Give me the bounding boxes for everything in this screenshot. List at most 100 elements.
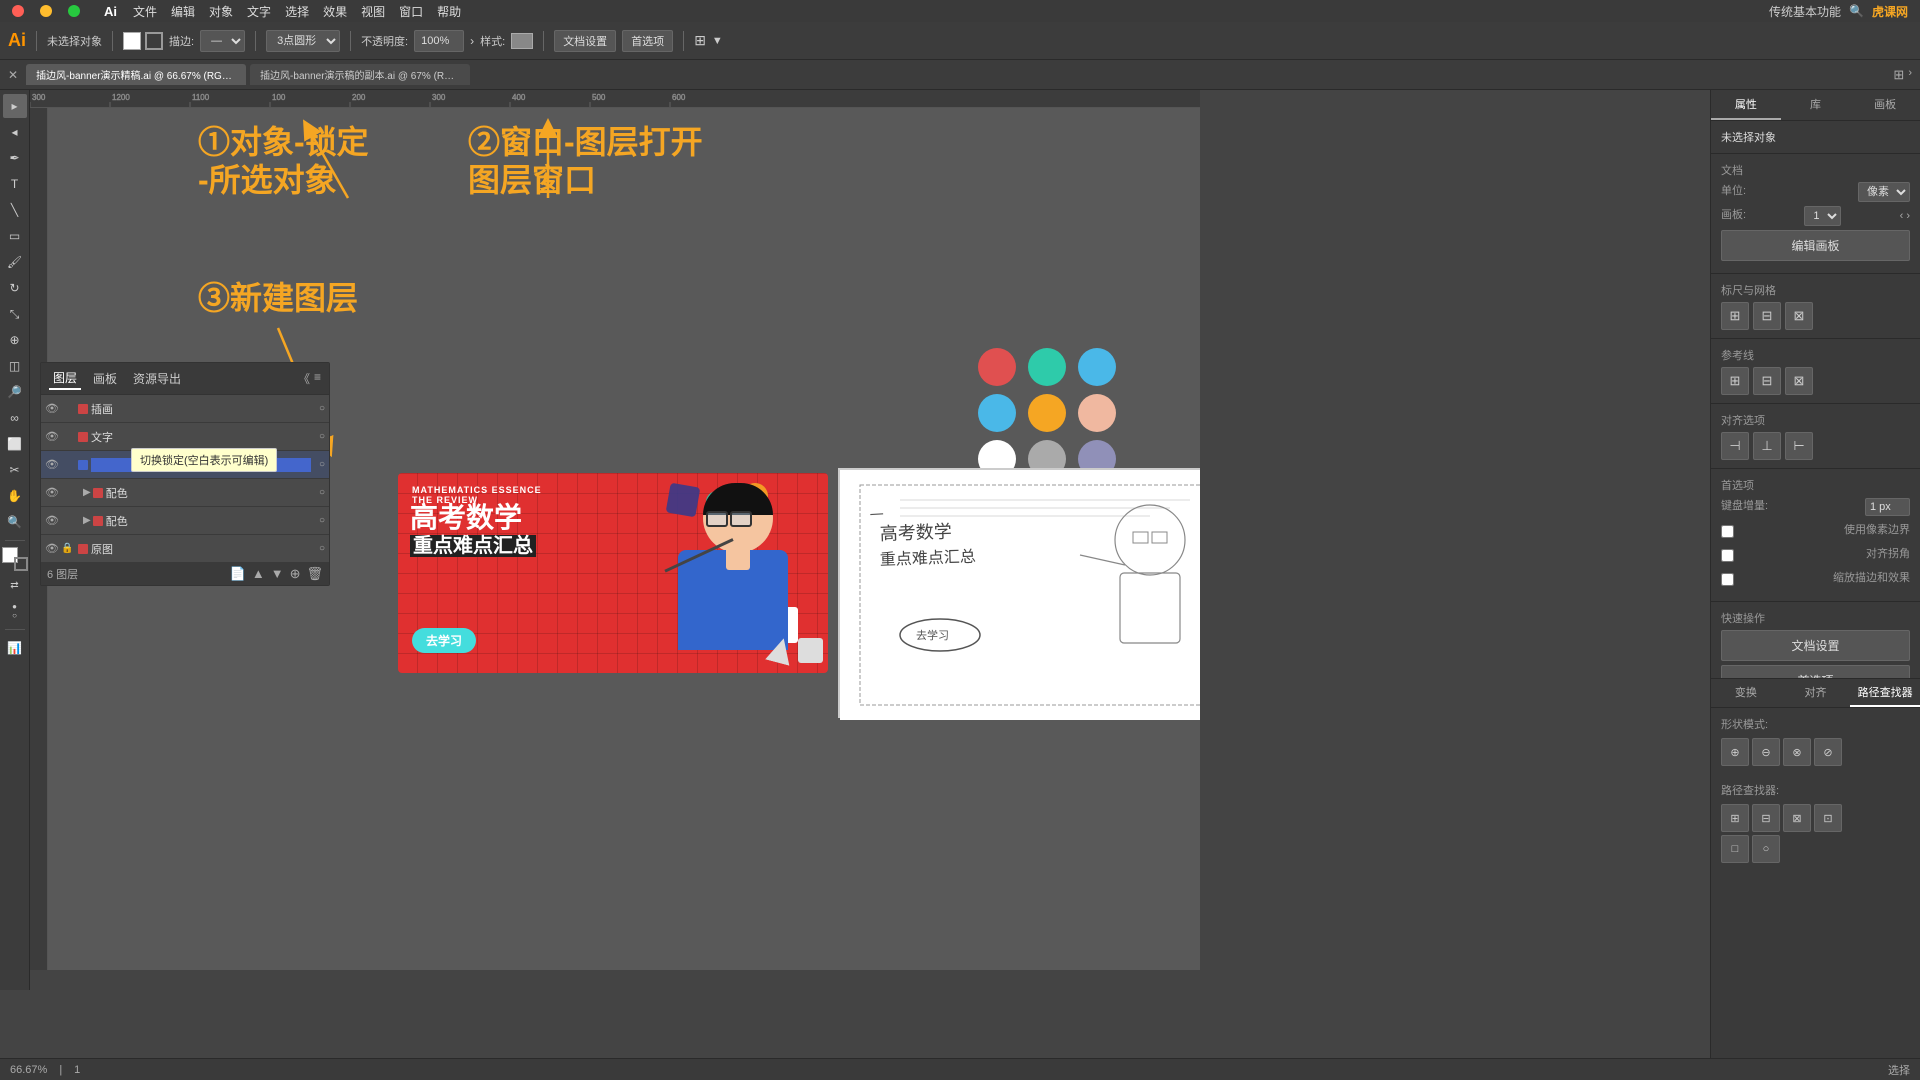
line-tool[interactable]: ╲ <box>3 198 27 222</box>
menu-select[interactable]: 选择 <box>285 3 309 20</box>
trim-btn[interactable]: ⊟ <box>1752 804 1780 832</box>
minus-front-btn[interactable]: ⊖ <box>1752 738 1780 766</box>
layer-row-0[interactable]: 👁 插画 ○ <box>41 395 329 423</box>
layer-row-1[interactable]: 👁 文字 ○ <box>41 423 329 451</box>
menu-object[interactable]: 对象 <box>209 3 233 20</box>
align-icon-2[interactable]: ⊟ <box>1753 302 1781 330</box>
brush-tool[interactable]: 🖌 <box>3 250 27 274</box>
hand-tool[interactable]: ✋ <box>3 484 27 508</box>
tab-1[interactable]: 插边风-banner演示精稿.ai @ 66.67% (RGB/GPU 预览) … <box>26 64 246 85</box>
rpanel-tab-libraries[interactable]: 库 <box>1781 90 1851 120</box>
snap-corner-cb[interactable] <box>1721 549 1734 562</box>
direct-selection-tool[interactable]: ◂ <box>3 120 27 144</box>
outline-btn[interactable]: □ <box>1721 835 1749 863</box>
chart-tool[interactable]: 📊 <box>3 636 27 660</box>
exclude-btn[interactable]: ⊘ <box>1814 738 1842 766</box>
duplicate-layer-btn[interactable]: ⊕ <box>290 566 301 582</box>
align-icon-3[interactable]: ⊠ <box>1785 302 1813 330</box>
shape-builder-tool[interactable]: ⊕ <box>3 328 27 352</box>
layer-tab-artboards[interactable]: 画板 <box>89 368 121 389</box>
zoom-level[interactable]: 66.67% <box>10 1064 47 1076</box>
rotate-tool[interactable]: ↻ <box>3 276 27 300</box>
tab-arrow[interactable]: › <box>1908 67 1912 83</box>
close-btn[interactable] <box>12 5 24 17</box>
menu-view[interactable]: 视图 <box>361 3 385 20</box>
fill-swatch[interactable] <box>123 32 141 50</box>
selection-tool[interactable]: ▸ <box>3 94 27 118</box>
stroke-swatch[interactable] <box>145 32 163 50</box>
guide-icon-3[interactable]: ⊠ <box>1785 367 1813 395</box>
panel-collapse-btn[interactable]: 《 <box>298 370 310 387</box>
blend-tool[interactable]: ∞ <box>3 406 27 430</box>
swatch-peach[interactable] <box>1078 394 1116 432</box>
swap-icon[interactable]: ⇄ <box>3 573 27 597</box>
divide-btn[interactable]: ⊞ <box>1721 804 1749 832</box>
color-mode-icon[interactable]: ●○ <box>3 599 27 623</box>
snap-pixel-cb[interactable] <box>1721 525 1734 538</box>
artboard-nav[interactable]: ‹ › <box>1900 210 1910 222</box>
tab-2[interactable]: 插边风-banner演示稿的副本.ai @ 67% (RGB/GPU 预览) ✕ <box>250 64 470 85</box>
layer-row-4[interactable]: 👁 ▶ 配色 ○ <box>41 507 329 535</box>
close-all-icon[interactable]: ✕ <box>8 68 18 82</box>
layer-eye-4[interactable]: 👁 <box>45 514 61 527</box>
layer-eye-3[interactable]: 👁 <box>45 486 61 499</box>
banner-go-btn[interactable]: 去学习 <box>412 628 476 653</box>
align-icon-1[interactable]: ⊞ <box>1721 302 1749 330</box>
rpanel-tab-artboards[interactable]: 画板 <box>1850 90 1920 120</box>
guide-icon-1[interactable]: ⊞ <box>1721 367 1749 395</box>
layer-row-3[interactable]: 👁 ▶ 配色 ○ <box>41 479 329 507</box>
unite-btn[interactable]: ⊕ <box>1721 738 1749 766</box>
guide-icon-2[interactable]: ⊟ <box>1753 367 1781 395</box>
eyedropper-tool[interactable]: 🔎 <box>3 380 27 404</box>
quick-doc-settings-btn[interactable]: 文档设置 <box>1721 630 1910 661</box>
crop-btn[interactable]: ⊡ <box>1814 804 1842 832</box>
menu-edit[interactable]: 编辑 <box>171 3 195 20</box>
brp-tab-transform[interactable]: 变换 <box>1711 679 1781 707</box>
swatch-red[interactable] <box>978 348 1016 386</box>
scale-tool[interactable]: ⤡ <box>3 302 27 326</box>
pen-tool[interactable]: ✒ <box>3 146 27 170</box>
stroke-weight-select[interactable]: — <box>200 30 245 52</box>
swatch-blue[interactable] <box>1078 348 1116 386</box>
panel-menu-btn[interactable]: ≡ <box>314 370 321 387</box>
align-center-btn[interactable]: ⊥ <box>1753 432 1781 460</box>
layer-lock-5[interactable]: 🔒 <box>61 543 75 554</box>
swatch-orange[interactable] <box>1028 394 1066 432</box>
layer-tab-export[interactable]: 资源导出 <box>129 368 185 389</box>
menu-help[interactable]: 帮助 <box>437 3 461 20</box>
menu-window[interactable]: 窗口 <box>399 3 423 20</box>
artboard-tool[interactable]: ⬜ <box>3 432 27 456</box>
brp-tab-pathfinder[interactable]: 路径查找器 <box>1850 679 1920 707</box>
maximize-btn[interactable] <box>68 5 80 17</box>
slice-tool[interactable]: ✂ <box>3 458 27 482</box>
minimize-btn[interactable] <box>40 5 52 17</box>
merge-btn[interactable]: ⊠ <box>1783 804 1811 832</box>
layer-eye-1[interactable]: 👁 <box>45 430 61 443</box>
preferences-btn[interactable]: 首选项 <box>622 30 673 52</box>
delete-layer-btn[interactable]: 🗑 <box>306 566 323 582</box>
arrange-arrow[interactable]: ▼ <box>712 35 723 47</box>
shape-select[interactable]: 3点圆形 <box>266 30 340 52</box>
layer-row-5[interactable]: 👁 🔒 原图 ○ <box>41 535 329 563</box>
expand-icon[interactable]: › <box>470 34 474 48</box>
nudge-input[interactable] <box>1865 498 1910 516</box>
snap-effect-cb[interactable] <box>1721 573 1734 586</box>
layer-expand-4[interactable]: ▶ <box>83 515 91 526</box>
layer-tab-layers[interactable]: 图层 <box>49 367 81 390</box>
swatch-blue2[interactable] <box>978 394 1016 432</box>
menu-effect[interactable]: 效果 <box>323 3 347 20</box>
swatch-teal[interactable] <box>1028 348 1066 386</box>
rect-tool[interactable]: ▭ <box>3 224 27 248</box>
menu-file[interactable]: 文件 <box>133 3 157 20</box>
tab-arrange-icon[interactable]: ⊞ <box>1893 67 1904 83</box>
move-up-btn[interactable]: ▲ <box>252 566 265 582</box>
brp-tab-align[interactable]: 对齐 <box>1781 679 1851 707</box>
menu-type[interactable]: 文字 <box>247 3 271 20</box>
rpanel-tab-properties[interactable]: 属性 <box>1711 90 1781 120</box>
arrange-icon[interactable]: ⊞ <box>694 32 706 49</box>
style-swatch[interactable] <box>511 33 533 49</box>
align-right-btn[interactable]: ⊢ <box>1785 432 1813 460</box>
align-left-btn[interactable]: ⊣ <box>1721 432 1749 460</box>
fill-icon[interactable] <box>2 547 28 571</box>
zoom-tool[interactable]: 🔍 <box>3 510 27 534</box>
